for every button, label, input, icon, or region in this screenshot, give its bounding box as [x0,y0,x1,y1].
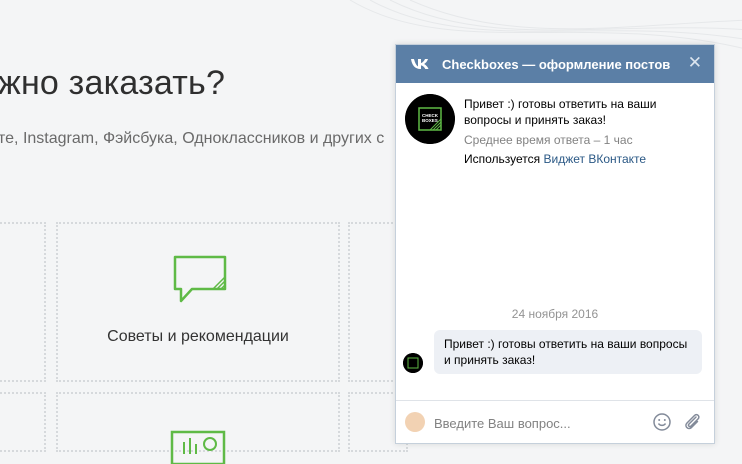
credit-prefix: Используется [464,152,541,166]
user-avatar [405,412,425,432]
message-bubble: Привет :) готовы ответить на ваши вопрос… [434,330,702,374]
community-avatar[interactable]: CHECK BOXES [405,94,455,144]
service-card[interactable] [0,392,46,452]
page-title: жно заказать? [0,64,226,102]
card-label: Советы и рекомендации [107,328,289,345]
greeting-text: Привет :) готовы ответить на ваши вопрос… [464,97,657,127]
widget-header: Checkboxes — оформление постов ✕ [396,45,714,83]
emoji-icon[interactable] [652,412,672,432]
service-card-tips[interactable]: Советы и рекомендации [56,222,340,382]
vk-chat-widget: Checkboxes — оформление постов ✕ CHECK B… [395,44,715,444]
message-composer [396,400,714,443]
gear-chart-icon [170,430,226,464]
paperclip-icon[interactable] [682,411,702,433]
vk-widget-link[interactable]: Виджет ВКонтакте [544,152,647,166]
widget-credit: Используется Виджет ВКонтакте [464,152,646,166]
page-subtitle: те, Instagram, Фэйсбука, Одноклассников … [0,130,385,147]
message-avatar [403,353,423,373]
response-time: Среднее время ответа – 1 час [464,133,633,147]
vk-logo-icon [411,59,429,69]
message-date: 24 ноября 2016 [511,307,599,321]
service-card[interactable] [56,392,340,464]
service-card[interactable] [0,222,46,382]
community-info: CHECK BOXES Привет :) готовы ответить на… [405,94,705,174]
close-button[interactable]: ✕ [688,54,702,72]
avatar-logo-text-2: BOXES [422,118,438,123]
speech-bubble-icon [173,255,227,303]
widget-title: Checkboxes — оформление постов [442,57,671,72]
message-input[interactable] [432,411,646,435]
